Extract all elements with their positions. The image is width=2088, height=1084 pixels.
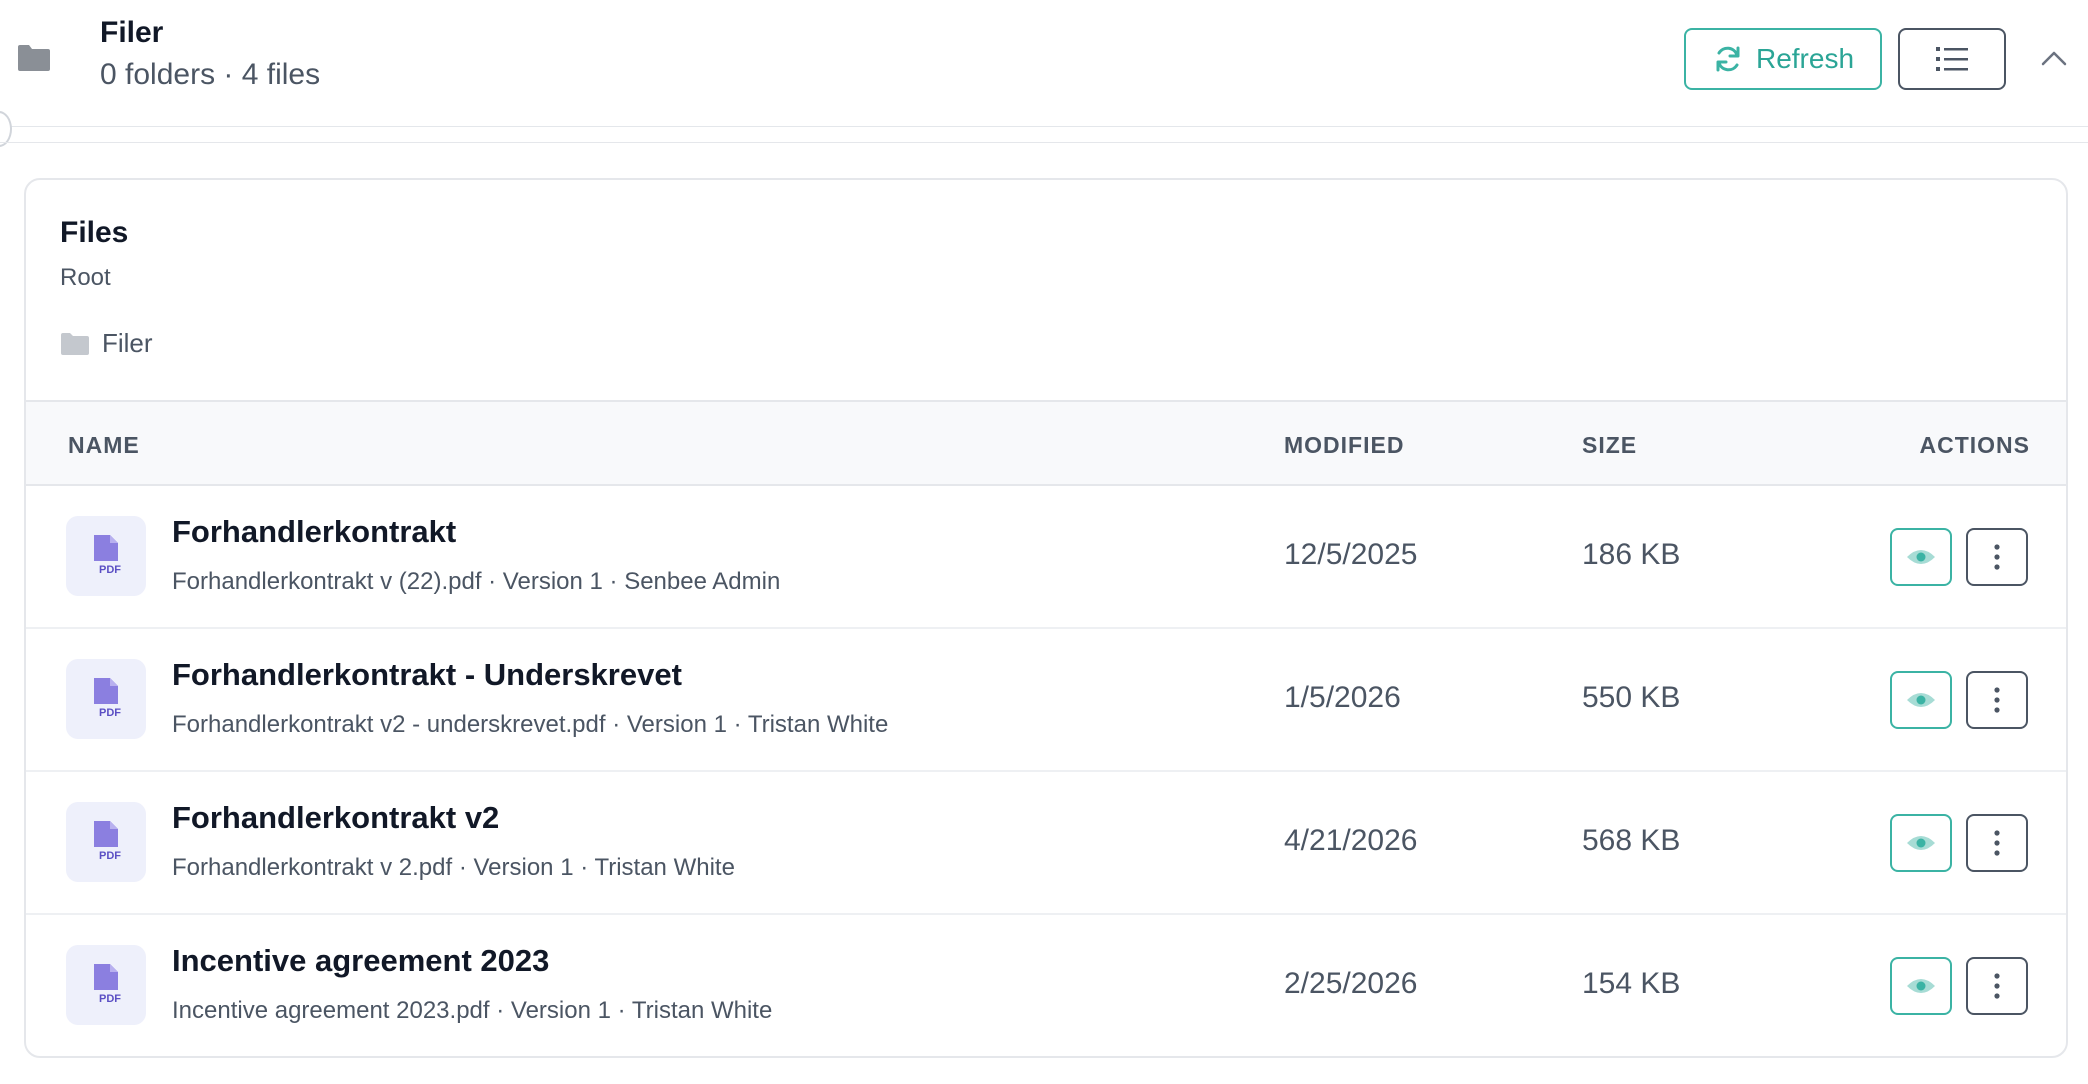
divider bbox=[0, 142, 2088, 143]
more-actions-button[interactable] bbox=[1966, 814, 2028, 872]
panel-title: Filer bbox=[100, 16, 164, 49]
preview-button[interactable] bbox=[1890, 528, 1952, 586]
column-header-modified: MODIFIED bbox=[1284, 432, 1405, 458]
file-meta: Incentive agreement 2023.pdf · Version 1… bbox=[172, 997, 773, 1024]
file-modified: 4/21/2026 bbox=[1284, 824, 1418, 857]
table-header: NAME MODIFIED SIZE ACTIONS bbox=[26, 400, 2066, 486]
file-type-label: PDF bbox=[99, 850, 121, 862]
refresh-button[interactable]: Refresh bbox=[1684, 28, 1882, 90]
file-type-label: PDF bbox=[99, 707, 121, 719]
file-meta: Forhandlerkontrakt v (22).pdf · Version … bbox=[172, 568, 781, 595]
more-actions-button[interactable] bbox=[1966, 957, 2028, 1015]
file-size: 154 KB bbox=[1582, 967, 1681, 1000]
more-vertical-icon bbox=[1994, 830, 2000, 856]
file-type-label: PDF bbox=[99, 564, 121, 576]
pdf-file-icon: PDF bbox=[66, 945, 146, 1025]
file-name[interactable]: Forhandlerkontrakt v2 bbox=[172, 800, 499, 836]
preview-button[interactable] bbox=[1890, 671, 1952, 729]
file-meta: Forhandlerkontrakt v 2.pdf · Version 1 ·… bbox=[172, 854, 735, 881]
more-vertical-icon bbox=[1994, 544, 2000, 570]
folder-icon bbox=[18, 45, 50, 71]
more-vertical-icon bbox=[1994, 973, 2000, 999]
refresh-icon bbox=[1716, 46, 1740, 72]
table-row[interactable]: PDF Forhandlerkontrakt - Underskrevet Fo… bbox=[26, 629, 2066, 772]
file-meta: Forhandlerkontrakt v2 - underskrevet.pdf… bbox=[172, 711, 889, 738]
card-title: Files bbox=[60, 216, 129, 249]
more-vertical-icon bbox=[1994, 687, 2000, 713]
refresh-button-label: Refresh bbox=[1755, 43, 1855, 74]
file-size: 568 KB bbox=[1582, 824, 1681, 857]
breadcrumb[interactable]: Filer bbox=[60, 328, 153, 359]
more-actions-button[interactable] bbox=[1966, 671, 2028, 729]
file-modified: 2/25/2026 bbox=[1284, 967, 1418, 1000]
folder-icon bbox=[61, 332, 89, 355]
column-header-actions: ACTIONS bbox=[1919, 432, 2030, 458]
chevron-up-icon bbox=[2041, 51, 2067, 66]
file-modified: 12/5/2025 bbox=[1284, 538, 1418, 571]
eye-icon bbox=[1907, 693, 1935, 707]
pdf-file-icon: PDF bbox=[66, 802, 146, 882]
column-header-size: SIZE bbox=[1582, 432, 1638, 458]
table-row[interactable]: PDF Incentive agreement 2023 Incentive a… bbox=[26, 915, 2066, 1056]
column-header-name: NAME bbox=[68, 432, 140, 458]
preview-button[interactable] bbox=[1890, 814, 1952, 872]
file-name[interactable]: Incentive agreement 2023 bbox=[172, 943, 549, 979]
eye-icon bbox=[1907, 550, 1935, 564]
more-actions-button[interactable] bbox=[1966, 528, 2028, 586]
panel-header: Filer 0 folders · 4 files Refresh bbox=[0, 0, 2088, 127]
file-name[interactable]: Forhandlerkontrakt bbox=[172, 514, 456, 550]
table-row[interactable]: PDF Forhandlerkontrakt Forhandlerkontrak… bbox=[26, 486, 2066, 629]
file-size: 186 KB bbox=[1582, 538, 1681, 571]
list-view-icon bbox=[1936, 47, 1968, 71]
files-card: Files Root Filer NAME MODIFIED SIZE ACTI… bbox=[24, 178, 2068, 1058]
panel-subtitle: 0 folders · 4 files bbox=[100, 58, 321, 91]
collapse-button[interactable] bbox=[2036, 40, 2072, 76]
pdf-file-icon: PDF bbox=[66, 516, 146, 596]
table-row[interactable]: PDF Forhandlerkontrakt v2 Forhandlerkont… bbox=[26, 772, 2066, 915]
file-size: 550 KB bbox=[1582, 681, 1681, 714]
file-modified: 1/5/2026 bbox=[1284, 681, 1401, 714]
file-type-label: PDF bbox=[99, 993, 121, 1005]
preview-button[interactable] bbox=[1890, 957, 1952, 1015]
pdf-file-icon: PDF bbox=[66, 659, 146, 739]
view-toggle-button[interactable] bbox=[1898, 28, 2006, 90]
breadcrumb-item-filer: Filer bbox=[102, 328, 153, 358]
card-subtitle: Root bbox=[60, 264, 111, 291]
file-name[interactable]: Forhandlerkontrakt - Underskrevet bbox=[172, 657, 682, 693]
eye-icon bbox=[1907, 979, 1935, 993]
eye-icon bbox=[1907, 836, 1935, 850]
